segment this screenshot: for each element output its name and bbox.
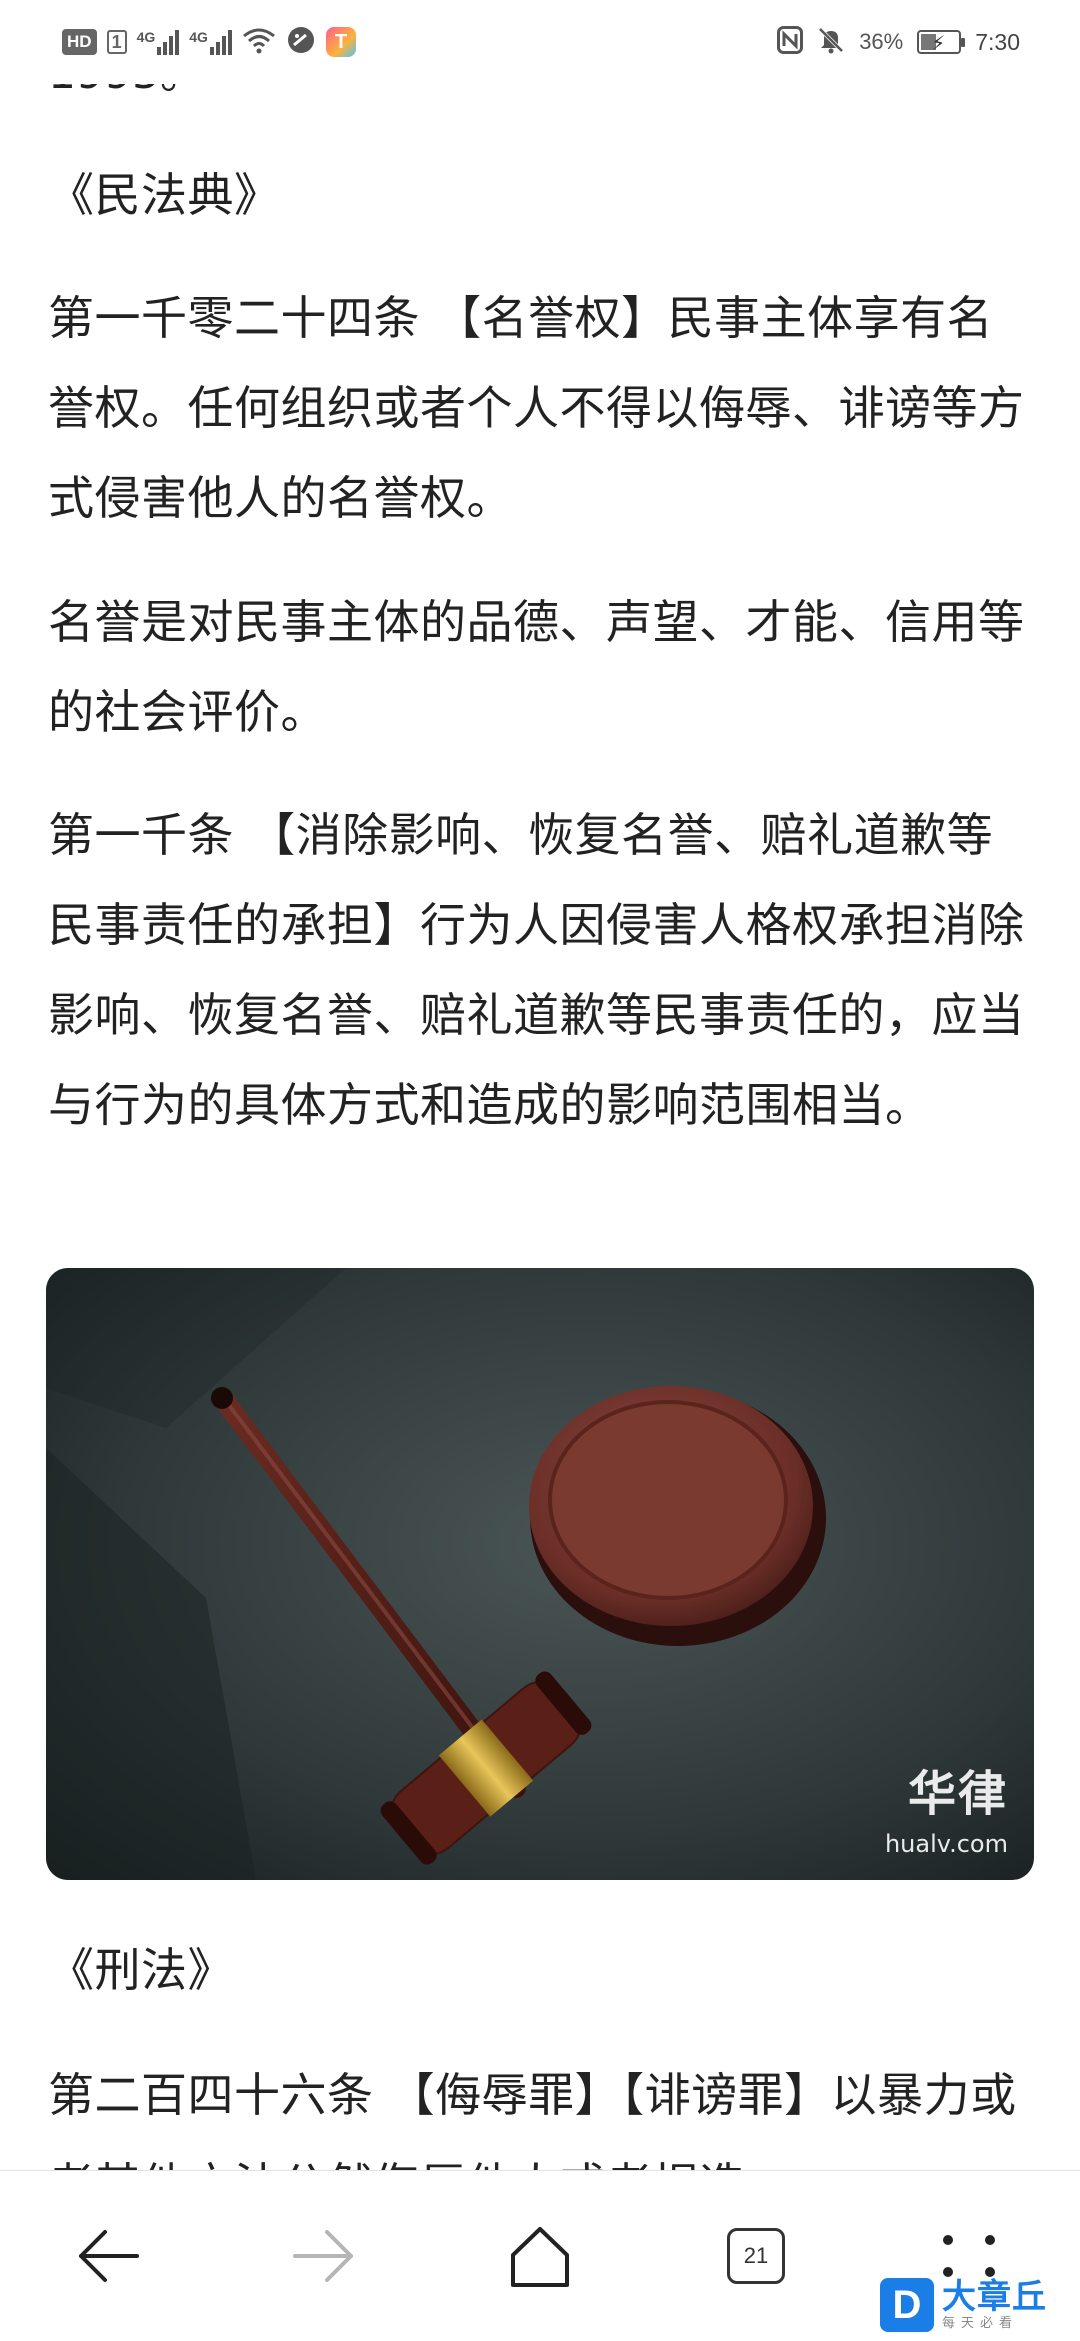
watermark-brand: 华律 [907, 1766, 1008, 1822]
home-icon [511, 2227, 569, 2287]
paragraph-reputation-right: 第一千零二十四条 【名誉权】民事主体享有名誉权。任何组织或者个人不得以侮辱、诽谤… [48, 291, 1025, 525]
battery-charging-icon: ⚡ [917, 30, 966, 55]
forward-button[interactable] [234, 2171, 414, 2341]
tabs-button[interactable]: 21 [666, 2171, 846, 2341]
battery-percent: 36% [859, 29, 904, 54]
paragraph-insult-defamation: 第二百四十六条 【侮辱罪】【诽谤罪】以暴力或者其他方法公然侮辱他人或者捏造 [48, 2068, 1017, 2170]
law-title-criminal-law: 《刑法》 [48, 1943, 234, 1997]
gavel-image [46, 1268, 1034, 1880]
logo-sub-text: 每天必看 [942, 2316, 1019, 2331]
sim-number: 1 [106, 30, 127, 54]
tab-count: 21 [727, 2228, 785, 2284]
signal-icon: 4G [137, 29, 180, 55]
article-content: 1995。 《民法典》 第一千零二十四条 【名誉权】民事主体享有名誉权。任何组织… [0, 0, 1080, 2170]
status-bar: HD 1 4G 4G T 36% ⚡ 7:30 [0, 0, 1080, 84]
paragraph-civil-liability: 第一千条 【消除影响、恢复名誉、赔礼道歉等民事责任的承担】行为人因侵害人格权承担… [48, 808, 1025, 1132]
app-icon: T [325, 27, 356, 57]
clock: 7:30 [975, 28, 1020, 55]
signal-icon: 4G [189, 29, 232, 55]
logo-main-text: 大章丘 [942, 2277, 1047, 2317]
logo-d-icon: D [880, 2278, 934, 2332]
corner-logo: D 大章丘 每天必看 [880, 2269, 1080, 2341]
nfc-icon [777, 25, 804, 59]
law-title-civil-code: 《民法典》 [48, 168, 281, 222]
home-button[interactable] [450, 2171, 630, 2341]
paragraph-reputation-definition: 名誉是对民事主体的品德、声望、才能、信用等的社会评价。 [48, 595, 1025, 739]
hd-icon: HD [62, 29, 97, 55]
watermark-url: hualv.com [884, 1830, 1008, 1858]
back-button[interactable] [18, 2171, 198, 2341]
article-image-gavel[interactable]: 华律 hualv.com [46, 1268, 1034, 1880]
speed-icon [286, 25, 316, 60]
back-arrow-icon [79, 2230, 139, 2282]
wifi-icon [242, 26, 276, 59]
forward-arrow-icon [293, 2230, 353, 2282]
browser-bottom-nav: 21 D 大章丘 每天必看 [0, 2170, 1080, 2341]
mute-bell-icon [817, 26, 845, 59]
